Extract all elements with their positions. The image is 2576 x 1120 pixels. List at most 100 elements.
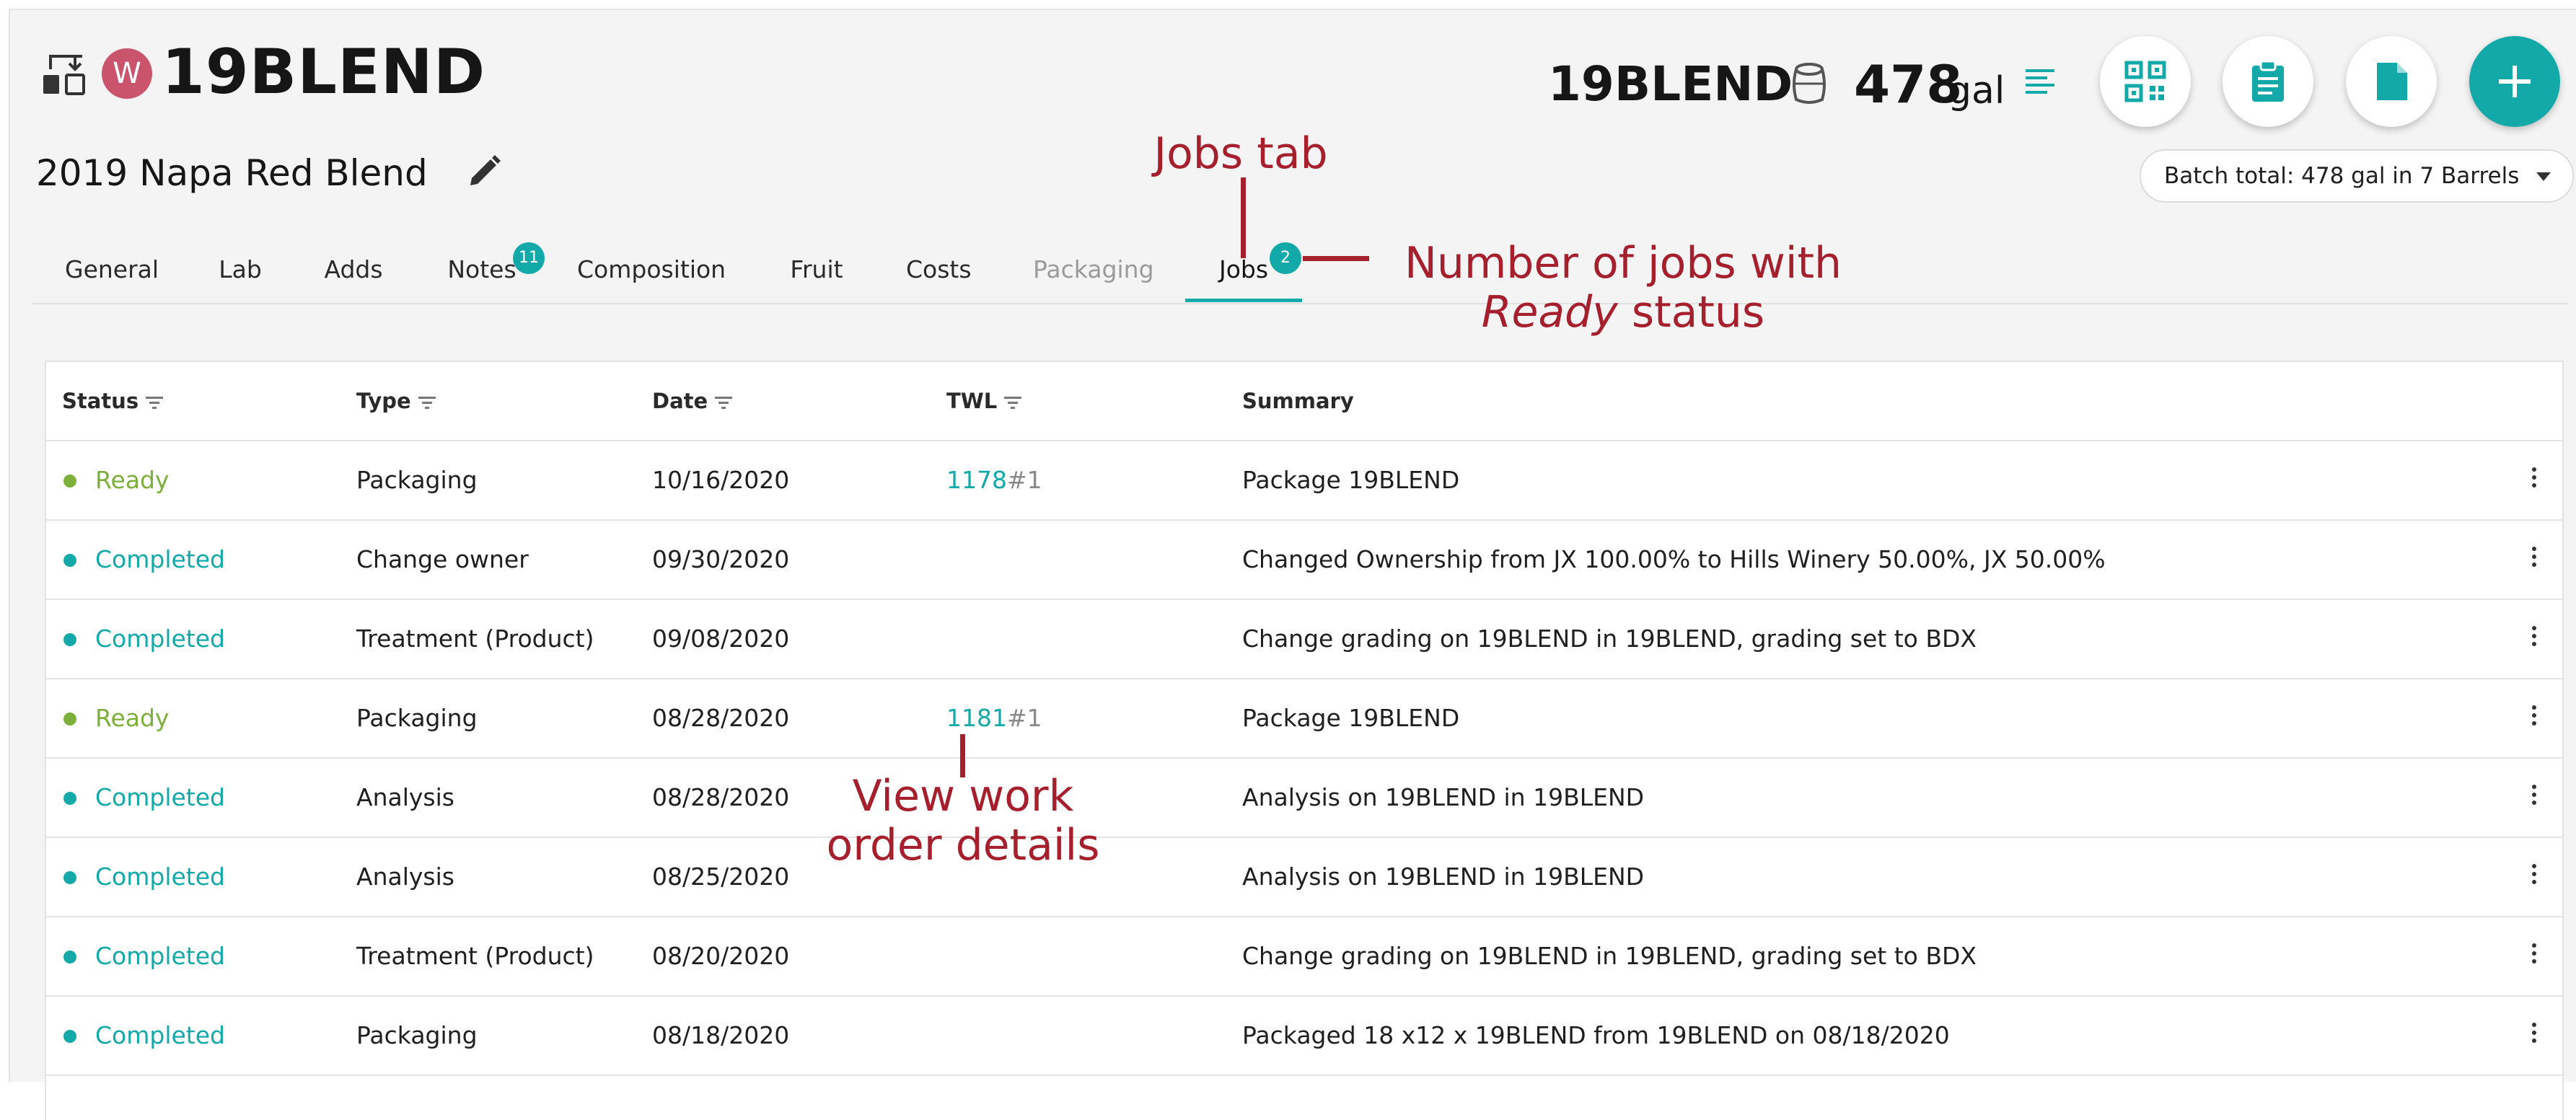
barrel-icon [1793, 63, 1826, 104]
annotation-jobs-tab: Jobs tab [1153, 128, 1328, 179]
job-summary: Change grading on 19BLEND in 19BLEND, gr… [1242, 625, 1977, 653]
annotation-ready-count-line1: Number of jobs with [1404, 238, 1842, 288]
column-header-label: Status [62, 389, 139, 413]
status-text: Completed [95, 1021, 225, 1049]
filter-icon[interactable] [418, 395, 436, 410]
details-list-icon[interactable] [2023, 65, 2057, 100]
tab-costs[interactable]: Costs [906, 238, 972, 301]
status-text: Completed [95, 545, 225, 573]
job-date: 09/08/2020 [652, 625, 790, 653]
job-summary: Changed Ownership from JX 100.00% to Hil… [1242, 545, 2106, 573]
status-dot [63, 554, 76, 567]
tab-adds[interactable]: Adds [323, 238, 384, 301]
table-row[interactable]: Completed Treatment (Product) 09/08/2020… [46, 599, 2562, 678]
tab-notes[interactable]: Notes [447, 238, 516, 301]
filter-icon[interactable] [715, 395, 733, 410]
annotation-work-order-line1: View work [852, 771, 1074, 821]
qr-code-button[interactable] [2100, 36, 2191, 127]
annotation-pointer-line [1303, 256, 1369, 261]
table-row[interactable]: Completed Packaging 08/18/2020 Packaged … [46, 995, 2562, 1075]
twl-suffix: #1 [1006, 704, 1042, 732]
status-dot [63, 475, 76, 488]
column-header-type[interactable]: Type [356, 362, 436, 440]
table-row[interactable]: Completed Analysis 08/28/2020 Analysis o… [46, 757, 2562, 837]
tab-bar [32, 238, 2568, 304]
status-dot [63, 951, 76, 964]
more-options-icon[interactable] [2531, 1020, 2538, 1051]
annotation-work-order-line2: order details [826, 820, 1100, 870]
status-text: Completed [95, 863, 225, 891]
column-header-twl[interactable]: TWL [946, 362, 1022, 440]
job-type: Packaging [356, 1021, 478, 1049]
status-dot [63, 633, 76, 646]
job-date: 08/28/2020 [652, 704, 790, 732]
tab-packaging[interactable]: Packaging [1033, 238, 1154, 301]
twl-work-order-link[interactable]: 1178 [946, 466, 1007, 494]
volume-unit: gal [1948, 69, 2005, 113]
annotation-ready-count-line2: Ready status [1371, 287, 1876, 338]
table-row[interactable]: Ready Packaging 08/28/2020 1181#1 Packag… [46, 678, 2562, 757]
job-date: 08/18/2020 [652, 1021, 790, 1049]
clipboard-icon [2252, 60, 2284, 102]
job-date: 08/25/2020 [652, 863, 790, 891]
column-header-date[interactable]: Date [652, 362, 733, 440]
chevron-down-icon [2536, 172, 2551, 181]
table-row [46, 1075, 2562, 1119]
status-text: Ready [95, 466, 170, 494]
annotation-status-word: status [1631, 287, 1765, 338]
job-type: Packaging [356, 466, 478, 494]
table-row[interactable]: Ready Packaging 10/16/2020 1178#1 Packag… [46, 440, 2562, 519]
more-options-icon[interactable] [2531, 861, 2538, 893]
twl-work-order-link[interactable]: 1181 [946, 704, 1007, 732]
more-options-icon[interactable] [2531, 544, 2538, 576]
batch-total-dropdown[interactable]: Batch total: 478 gal in 7 Barrels [2140, 149, 2574, 203]
page-title: 19BLEND [162, 36, 486, 108]
job-type: Packaging [356, 704, 478, 732]
job-type: Treatment (Product) [356, 625, 594, 653]
lot-code: 19BLEND [1548, 56, 1793, 112]
avatar[interactable]: W [102, 48, 152, 99]
tab-fruit[interactable]: Fruit [789, 238, 844, 301]
tab-composition[interactable]: Composition [577, 238, 726, 301]
notes-count-badge: 11 [513, 242, 545, 274]
job-date: 08/28/2020 [652, 783, 790, 811]
document-icon [2377, 63, 2407, 100]
table-row[interactable]: Completed Change owner 09/30/2020 Change… [46, 519, 2562, 599]
plus-icon [2499, 66, 2531, 97]
column-header-label: TWL [946, 389, 998, 413]
job-date: 08/20/2020 [652, 942, 790, 970]
table-row[interactable]: Completed Analysis 08/25/2020 Analysis o… [46, 837, 2562, 916]
filter-icon[interactable] [146, 395, 164, 410]
job-type: Analysis [356, 863, 454, 891]
column-header-label: Summary [1242, 389, 1354, 413]
status-dot [63, 1030, 76, 1043]
document-button[interactable] [2346, 36, 2437, 127]
page-subtitle: 2019 Napa Red Blend [36, 152, 428, 194]
more-options-icon[interactable] [2531, 782, 2538, 813]
status-dot [63, 792, 76, 805]
edit-pencil-icon[interactable] [466, 154, 502, 190]
volume-value: 478 [1854, 54, 1963, 115]
more-options-icon[interactable] [2531, 623, 2538, 655]
more-options-icon[interactable] [2531, 464, 2538, 496]
transfer-icon[interactable] [40, 50, 88, 98]
filter-icon[interactable] [1004, 395, 1022, 410]
job-date: 10/16/2020 [652, 466, 790, 494]
job-summary: Analysis on 19BLEND in 19BLEND [1242, 863, 1645, 891]
column-header-status[interactable]: Status [62, 362, 164, 440]
job-date: 09/30/2020 [652, 545, 790, 573]
tab-lab[interactable]: Lab [218, 238, 263, 301]
more-options-icon[interactable] [2531, 702, 2538, 734]
more-options-icon[interactable] [2531, 940, 2538, 972]
status-text: Completed [95, 783, 225, 811]
table-row[interactable]: Completed Treatment (Product) 08/20/2020… [46, 916, 2562, 995]
add-button[interactable] [2469, 36, 2560, 127]
qr-code-icon [2124, 61, 2166, 102]
clipboard-button[interactable] [2223, 36, 2313, 127]
job-type: Change owner [356, 545, 529, 573]
job-summary: Package 19BLEND [1242, 704, 1460, 732]
annotation-ready-word: Ready [1481, 287, 1618, 338]
batch-total-label: Batch total: 478 gal in 7 Barrels [2164, 163, 2520, 189]
tab-general[interactable]: General [65, 238, 159, 301]
jobs-ready-count-badge: 2 [1270, 242, 1301, 274]
